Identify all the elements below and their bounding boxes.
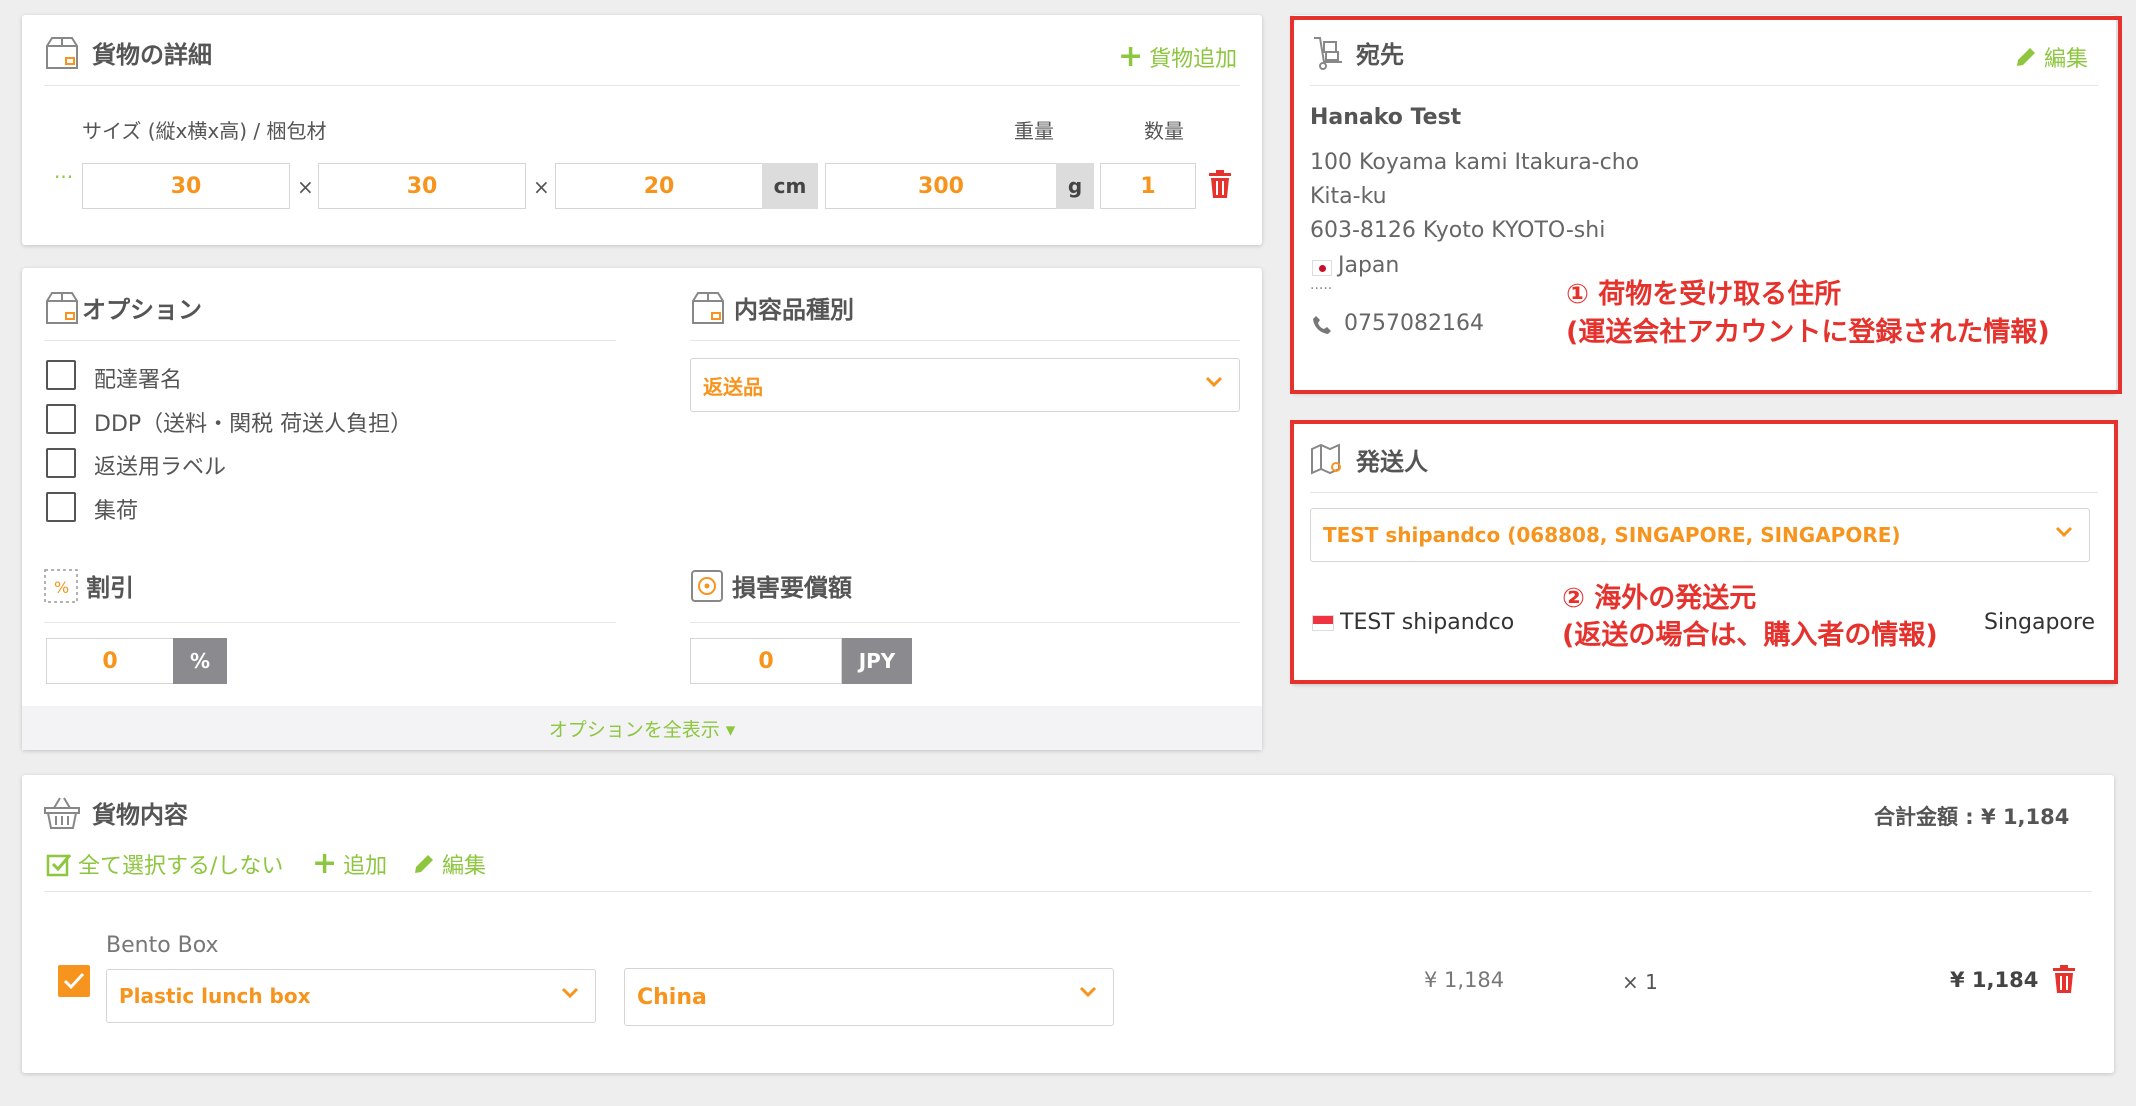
- select-all-label: 全て選択する/しない: [78, 854, 284, 879]
- add-item-label: 追加: [343, 854, 388, 879]
- chevron-down-icon: [1205, 376, 1223, 388]
- box-icon: [46, 36, 78, 69]
- options-panel: オプション 配達署名 DDP（送料・関税 荷送人負担） 返送用ラベル 集荷 内容…: [22, 268, 1262, 750]
- percent-tag-icon: %: [44, 568, 78, 603]
- annotation-destination-line1: ① 荷物を受け取る住所: [1566, 279, 1842, 310]
- trash-icon[interactable]: [1208, 170, 1232, 198]
- damage-input[interactable]: 0: [690, 638, 842, 684]
- trash-icon[interactable]: [2052, 965, 2076, 993]
- add-cargo-button[interactable]: + 貨物追加: [1118, 41, 1237, 73]
- drag-handle-icon[interactable]: ···: [54, 165, 73, 189]
- plus-icon: +: [1118, 39, 1144, 74]
- box-icon: [46, 291, 78, 324]
- item-category-value: Plastic lunch box: [119, 984, 311, 1008]
- check-icon: [63, 972, 85, 990]
- annotation-destination-line2: (運送会社アカウントに登録された情報): [1566, 317, 2050, 348]
- signature-label: 配達署名: [94, 368, 183, 393]
- quantity-label: 数量: [1144, 119, 1184, 143]
- basket-icon: [44, 796, 80, 829]
- chevron-down-icon: [561, 987, 579, 999]
- options-title: オプション: [82, 296, 202, 324]
- total-amount: 合計金額 : ¥ 1,184: [1874, 805, 2070, 829]
- item-quantity: × 1: [1622, 970, 1658, 994]
- width-input[interactable]: 30: [318, 163, 526, 209]
- item-origin-select[interactable]: China: [624, 968, 1114, 1026]
- discount-header: % 割引: [44, 568, 134, 603]
- ddp-checkbox[interactable]: [46, 404, 76, 434]
- item-total: ¥ 1,184: [1950, 968, 2039, 992]
- ddp-label: DDP（送料・関税 荷送人負担）: [94, 412, 413, 437]
- pencil-icon: [415, 855, 433, 873]
- quantity-input[interactable]: 1: [1100, 163, 1196, 209]
- return-label-checkbox[interactable]: [46, 448, 76, 478]
- contents-panel: 貨物内容 合計金額 : ¥ 1,184 全て選択する/しない + 追加 編集 B…: [22, 775, 2114, 1073]
- item-checkbox[interactable]: [58, 965, 90, 997]
- chevron-down-icon: [1079, 986, 1097, 998]
- content-type-header: 内容品種別: [690, 290, 854, 325]
- weight-label: 重量: [1014, 119, 1054, 143]
- item-name: Bento Box: [106, 933, 219, 958]
- contents-header: 貨物内容: [44, 795, 188, 830]
- item-unit-price: ¥ 1,184: [1424, 968, 1505, 992]
- size-label: サイズ (縦x横x高) / 梱包材: [82, 119, 327, 143]
- pickup-label: 集荷: [94, 499, 139, 524]
- return-label-label: 返送用ラベル: [94, 455, 227, 480]
- contents-title: 貨物内容: [92, 801, 188, 829]
- pickup-checkbox[interactable]: [46, 492, 76, 522]
- item-category-select[interactable]: Plastic lunch box: [106, 969, 596, 1023]
- dimension-unit: cm: [762, 163, 818, 209]
- edit-items-button[interactable]: 編集: [412, 848, 486, 880]
- damage-title: 損害要償額: [732, 574, 852, 602]
- annotation-sender-line1: ② 海外の発送元: [1562, 583, 1757, 614]
- show-all-options-bar[interactable]: オプションを全表示 ▾: [22, 706, 1262, 750]
- damage-header: 損害要償額: [690, 568, 852, 603]
- select-all-button[interactable]: 全て選択する/しない: [46, 848, 283, 880]
- checkbox-check-icon: [46, 854, 72, 877]
- height-input[interactable]: 20: [555, 163, 763, 209]
- discount-unit: %: [173, 638, 227, 684]
- content-type-select[interactable]: 返送品: [690, 358, 1240, 412]
- annotation-sender-line2: (返送の場合は、購入者の情報): [1562, 620, 1938, 651]
- content-type-title: 内容品種別: [734, 296, 854, 324]
- cargo-details-title: 貨物の詳細: [92, 41, 212, 69]
- discount-input[interactable]: 0: [46, 638, 174, 684]
- damage-unit: JPY: [842, 638, 912, 684]
- weight-unit: g: [1056, 163, 1094, 209]
- svg-text:%: %: [54, 578, 69, 597]
- weight-input[interactable]: 300: [825, 163, 1057, 209]
- plus-icon: +: [312, 846, 338, 881]
- options-header: オプション: [44, 290, 202, 325]
- signature-checkbox[interactable]: [46, 360, 76, 390]
- item-origin-value: China: [637, 984, 707, 1010]
- box-icon: [692, 291, 724, 324]
- cargo-details-panel: 貨物の詳細 + 貨物追加 サイズ (縦x横x高) / 梱包材 重量 数量 ···…: [22, 15, 1262, 245]
- times-sign: ×: [533, 175, 550, 199]
- safe-icon: [691, 569, 723, 602]
- content-type-value: 返送品: [703, 374, 763, 399]
- add-cargo-label: 貨物追加: [1149, 47, 1238, 72]
- discount-title: 割引: [86, 574, 134, 602]
- show-all-options-link[interactable]: オプションを全表示 ▾: [549, 715, 736, 742]
- add-item-button[interactable]: + 追加: [312, 848, 387, 880]
- times-sign: ×: [297, 175, 314, 199]
- length-input[interactable]: 30: [82, 163, 290, 209]
- edit-items-label: 編集: [442, 854, 487, 879]
- cargo-details-header: 貨物の詳細: [44, 35, 212, 70]
